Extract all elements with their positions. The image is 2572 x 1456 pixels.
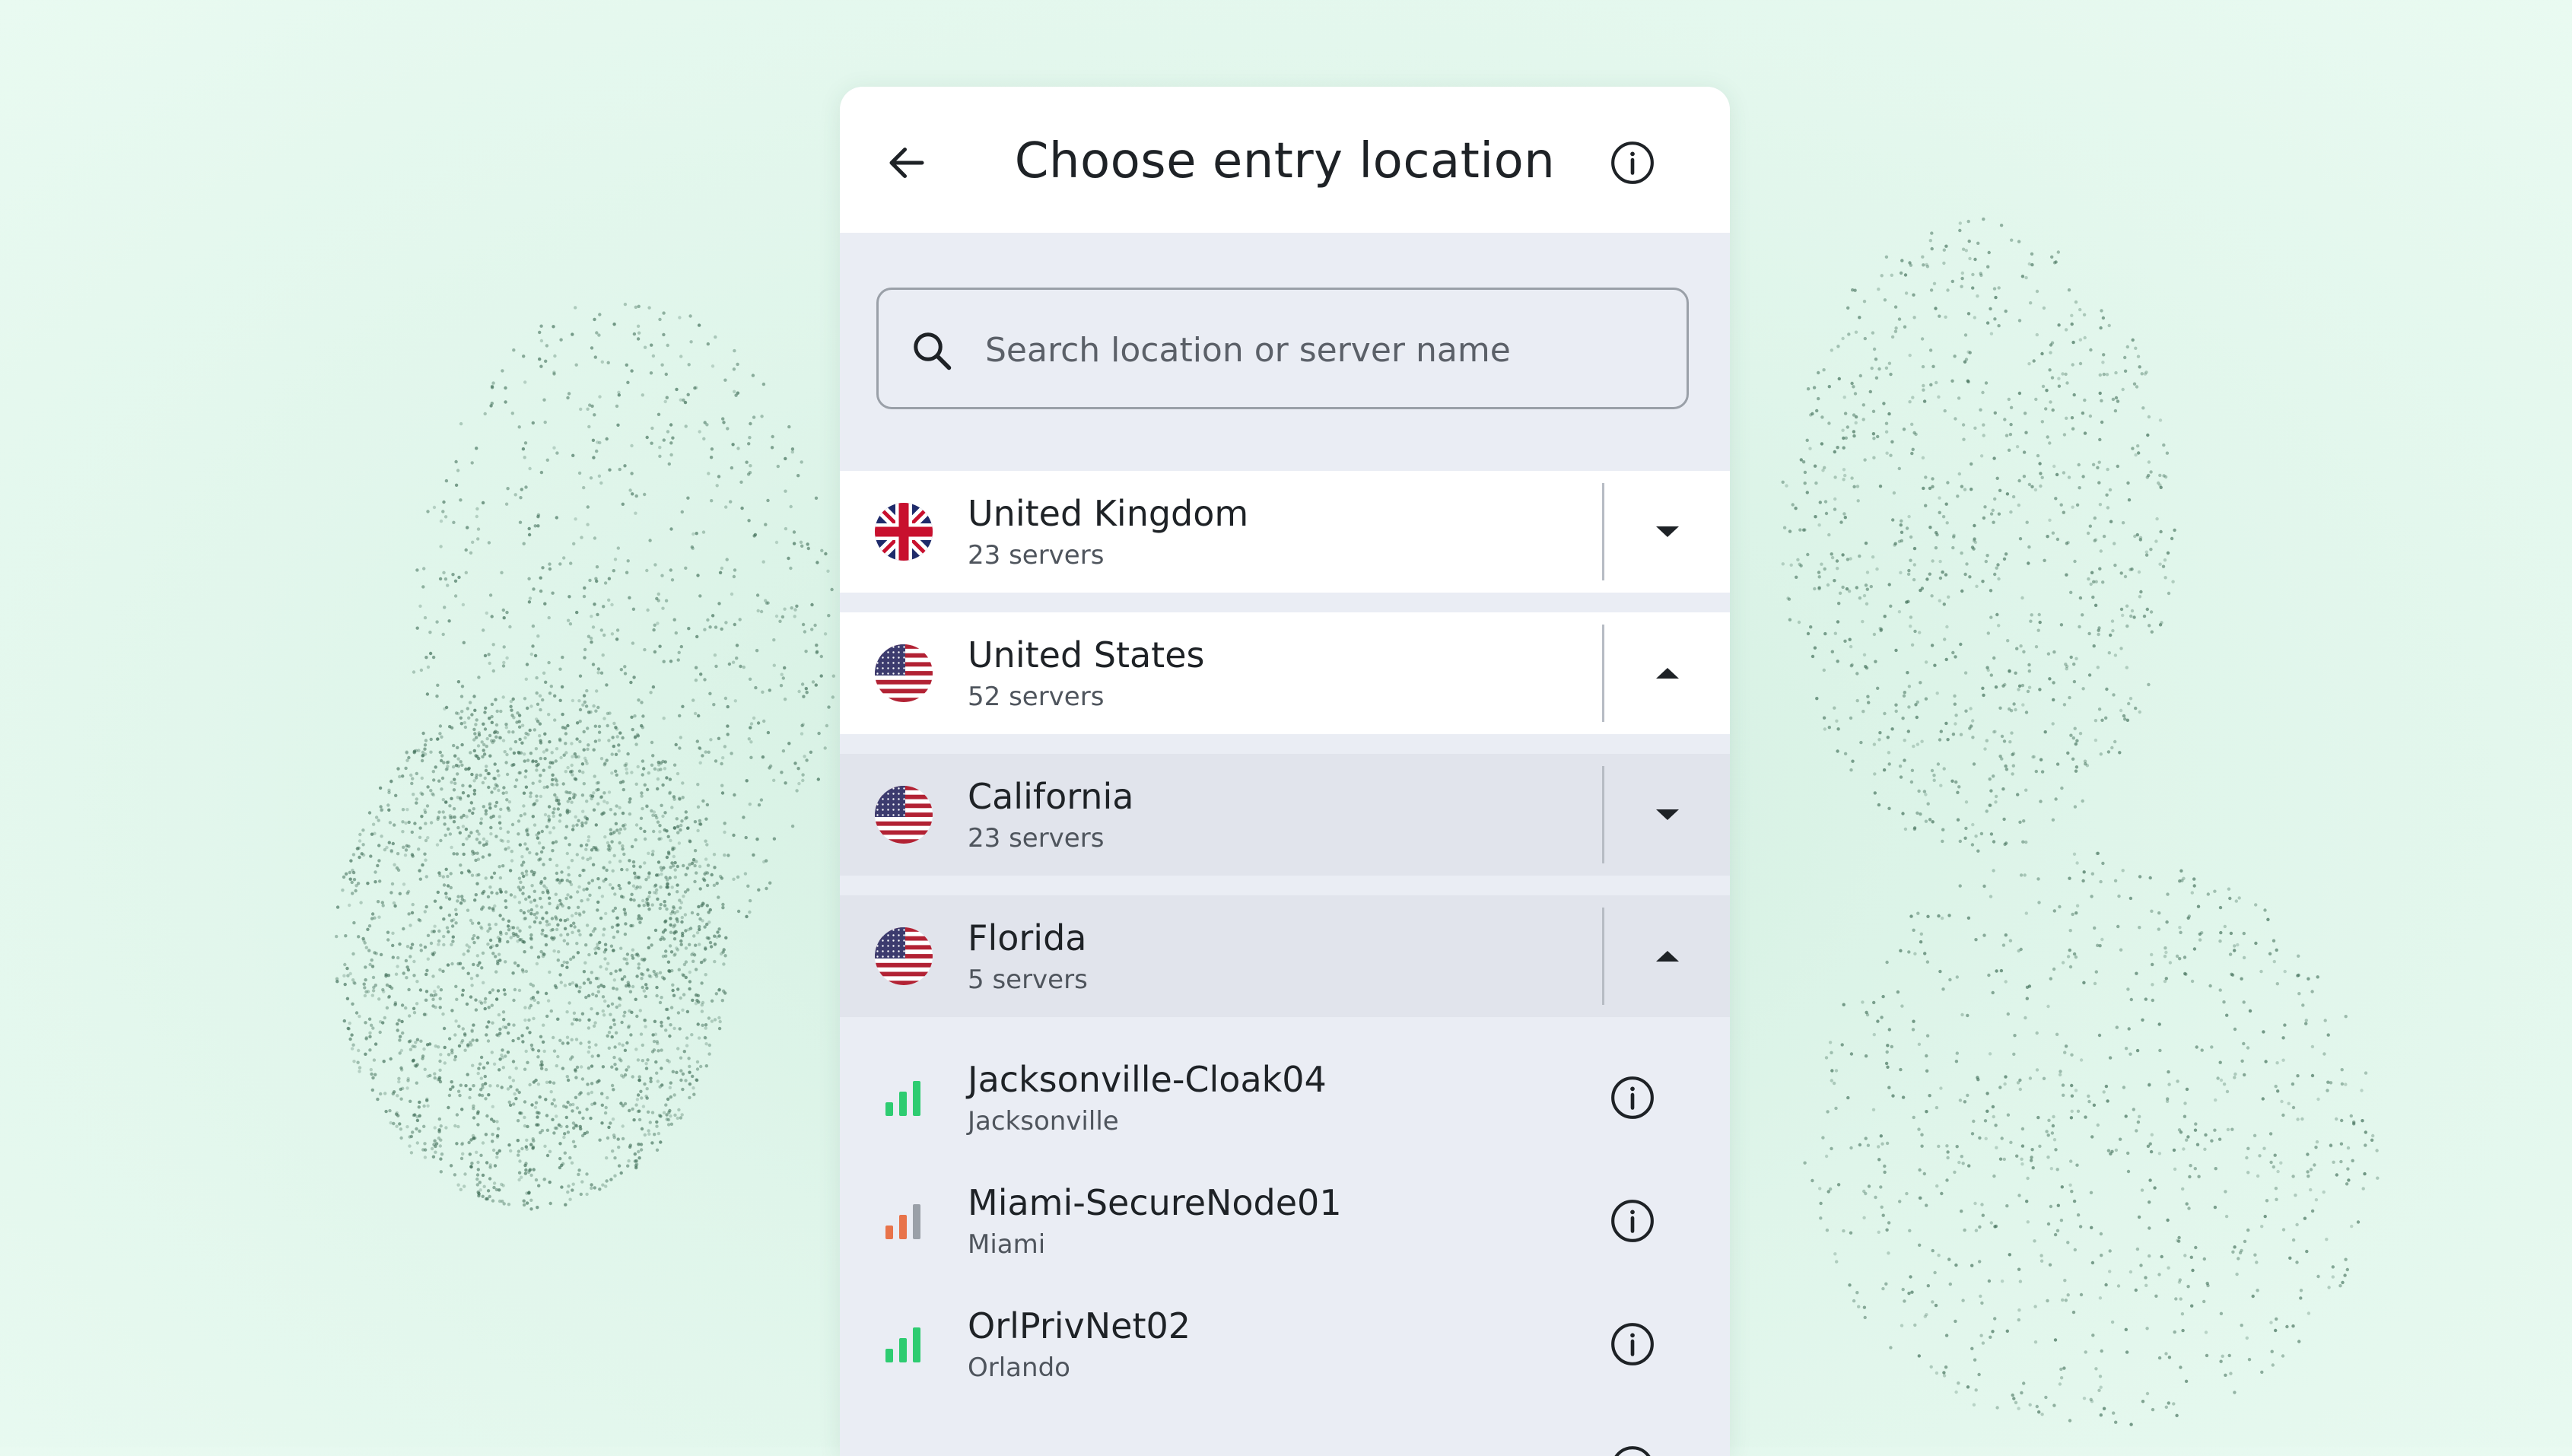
signal-bar	[885, 1349, 893, 1362]
caret-up-icon	[1656, 951, 1679, 962]
server-name: OrlPrivNet02	[968, 1305, 1191, 1346]
country-row-united-states[interactable]: United States 52 servers	[840, 612, 1730, 734]
info-icon	[1611, 1323, 1654, 1365]
server-info-button[interactable]	[1602, 1067, 1663, 1128]
server-name: Miami-SecureNode01	[968, 1182, 1342, 1223]
header: Choose entry location	[840, 87, 1730, 233]
server-count: 23 servers	[968, 823, 1105, 854]
page-title: Choose entry location	[1014, 133, 1556, 189]
country-name: United States	[968, 634, 1205, 676]
divider	[1602, 908, 1604, 1005]
search-box[interactable]	[876, 288, 1689, 409]
server-count: 52 servers	[968, 682, 1105, 712]
divider	[1602, 483, 1604, 580]
info-icon	[1611, 1200, 1654, 1242]
signal-bar	[899, 1092, 907, 1116]
server-info-button[interactable]	[1602, 1191, 1663, 1251]
signal-bar	[913, 1204, 920, 1239]
search-icon	[914, 332, 952, 370]
signal-bar	[885, 1102, 893, 1116]
us-flag-icon	[875, 786, 933, 844]
signal-bar	[913, 1081, 920, 1116]
server-row-partial[interactable]	[840, 1407, 1730, 1456]
country-name: United Kingdom	[968, 493, 1249, 534]
info-icon	[1614, 1446, 1651, 1456]
signal-strength-icon	[885, 1081, 920, 1116]
server-name: Jacksonville-Cloak04	[968, 1059, 1327, 1100]
us-flag-icon	[875, 644, 933, 702]
region-name: California	[968, 776, 1134, 817]
server-count: 5 servers	[968, 965, 1088, 995]
us-flag-icon	[875, 927, 933, 985]
server-info-button[interactable]	[1602, 1314, 1663, 1375]
signal-bar	[899, 1215, 907, 1239]
server-count: 23 servers	[968, 540, 1105, 571]
country-row-united-kingdom[interactable]: United Kingdom 23 servers	[840, 471, 1730, 593]
server-row-miami[interactable]: Miami-SecureNode01 Miami	[840, 1160, 1730, 1282]
collapse-button[interactable]	[1605, 895, 1730, 1017]
server-city: Jacksonville	[968, 1106, 1119, 1137]
region-row-florida[interactable]: Florida 5 servers	[840, 895, 1730, 1017]
expand-button[interactable]	[1605, 754, 1730, 876]
signal-bar	[899, 1338, 907, 1362]
region-row-california[interactable]: California 23 servers	[840, 754, 1730, 876]
search-input[interactable]	[984, 313, 1656, 387]
signal-strength-icon	[885, 1327, 920, 1362]
info-icon	[1611, 1076, 1654, 1119]
region-name: Florida	[968, 917, 1087, 958]
expand-button[interactable]	[1605, 471, 1730, 593]
signal-bar	[885, 1226, 893, 1239]
signal-bar	[913, 1327, 920, 1362]
collapse-button[interactable]	[1605, 612, 1730, 734]
caret-up-icon	[1656, 668, 1679, 679]
server-row-orlando[interactable]: OrlPrivNet02 Orlando	[840, 1283, 1730, 1405]
signal-strength-icon	[885, 1204, 920, 1239]
server-row-jacksonville[interactable]: Jacksonville-Cloak04 Jacksonville	[840, 1037, 1730, 1159]
caret-down-icon	[1656, 526, 1679, 537]
caret-down-icon	[1656, 809, 1679, 820]
info-icon	[1611, 141, 1654, 184]
server-city: Orlando	[968, 1353, 1070, 1383]
uk-flag-icon	[875, 503, 933, 561]
divider	[1602, 625, 1604, 722]
location-panel: Choose entry location U	[840, 87, 1730, 1456]
info-button[interactable]	[1602, 132, 1663, 193]
server-city: Miami	[968, 1229, 1046, 1260]
divider	[1602, 766, 1604, 863]
